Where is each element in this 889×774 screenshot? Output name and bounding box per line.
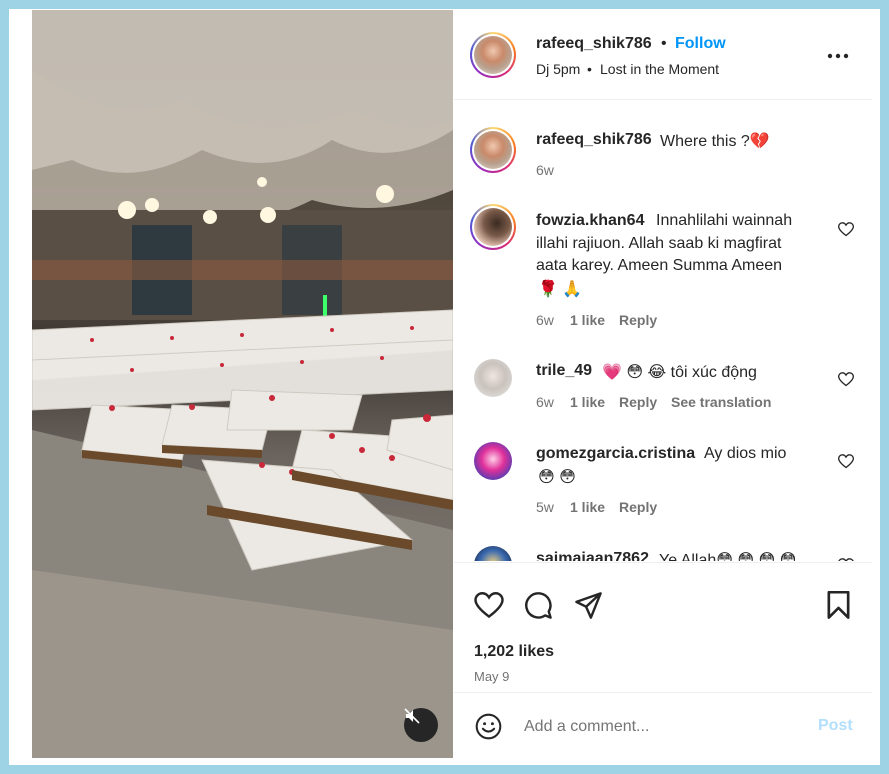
- comments-list[interactable]: rafeeq_shik786 Where this ?💔 6w fowzia.k…: [454, 101, 872, 561]
- comment-text-line: aata karey. Ameen Summa Ameen: [536, 257, 783, 274]
- speaker-muted-icon: [404, 708, 420, 724]
- caption-username[interactable]: rafeeq_shik786: [536, 131, 652, 149]
- follow-button[interactable]: Follow: [675, 35, 726, 53]
- comment-username[interactable]: gomezgarcia.cristina: [536, 445, 695, 463]
- audio-separator: •: [587, 61, 592, 77]
- caption-text: Where this ?💔: [660, 133, 770, 150]
- comment-text-line: illahi rajiuon. Allah saab ki magfirat: [536, 235, 782, 252]
- post-date[interactable]: May 9: [474, 669, 509, 684]
- video-frame-illustration: [32, 10, 453, 758]
- comment-username[interactable]: saimajaan7862: [536, 550, 649, 561]
- comment-username[interactable]: fowzia.khan64: [536, 212, 644, 230]
- comment-likes[interactable]: 1 like: [570, 312, 605, 328]
- comment-username[interactable]: trile_49: [536, 362, 592, 380]
- comment-text: Ye Allah😳 😳 😳 😳: [659, 552, 797, 561]
- comment-age: 5w: [536, 499, 554, 515]
- comment-reply-button[interactable]: Reply: [619, 394, 657, 410]
- comment-bubble-icon[interactable]: [524, 591, 553, 620]
- more-horizontal-icon[interactable]: [827, 53, 849, 59]
- share-paper-plane-icon[interactable]: [574, 591, 603, 620]
- post-header: rafeeq_shik786 • Follow Dj 5pm • Lost in…: [454, 10, 872, 100]
- comment-emoji-line: 🌹 🙏: [538, 281, 583, 298]
- audio-source[interactable]: Dj 5pm: [536, 61, 580, 77]
- commenter-avatar[interactable]: [474, 359, 512, 397]
- comment-emoji-line: 😳 😳: [538, 469, 576, 486]
- commenter-avatar[interactable]: [474, 442, 512, 480]
- audio-track[interactable]: Lost in the Moment: [600, 61, 719, 77]
- see-translation-button[interactable]: See translation: [671, 394, 771, 410]
- comment-like-heart-icon[interactable]: [838, 372, 854, 387]
- save-bookmark-icon[interactable]: [826, 591, 851, 620]
- comment-text: Ay dios mio: [704, 445, 787, 462]
- comment-reply-button[interactable]: Reply: [619, 312, 657, 328]
- comment-likes[interactable]: 1 like: [570, 394, 605, 410]
- post-comment-button[interactable]: Post: [818, 717, 853, 735]
- commenter-avatar[interactable]: [470, 204, 516, 250]
- mute-button[interactable]: [404, 708, 438, 742]
- post-video[interactable]: [32, 10, 453, 758]
- post-dialog: rafeeq_shik786 • Follow Dj 5pm • Lost in…: [9, 9, 880, 765]
- comment-like-heart-icon[interactable]: [838, 222, 854, 237]
- emoji-picker-icon[interactable]: [475, 713, 502, 740]
- comment-composer: Post: [454, 692, 872, 758]
- caption-avatar[interactable]: [470, 127, 516, 173]
- caption-age: 6w: [536, 162, 554, 178]
- post-actions: 1,202 likes May 9: [454, 562, 872, 692]
- comment-text-line: Innahlilahi wainnah: [656, 212, 793, 229]
- comment-like-heart-icon[interactable]: [838, 454, 854, 469]
- comment-like-heart-icon[interactable]: [838, 558, 854, 561]
- comment-age: 6w: [536, 312, 554, 328]
- comment-input[interactable]: [524, 713, 804, 741]
- post-side-panel: rafeeq_shik786 • Follow Dj 5pm • Lost in…: [454, 10, 872, 758]
- comment-likes[interactable]: 1 like: [570, 499, 605, 515]
- like-heart-icon[interactable]: [474, 592, 504, 619]
- comment-age: 6w: [536, 394, 554, 410]
- commenter-avatar[interactable]: [474, 546, 512, 561]
- author-username[interactable]: rafeeq_shik786: [536, 35, 652, 53]
- author-avatar[interactable]: [470, 32, 516, 78]
- comment-text: 💗 😳 😂 tôi xúc động: [602, 364, 757, 381]
- header-separator: •: [661, 35, 667, 52]
- comment-reply-button[interactable]: Reply: [619, 499, 657, 515]
- like-count[interactable]: 1,202 likes: [474, 643, 554, 661]
